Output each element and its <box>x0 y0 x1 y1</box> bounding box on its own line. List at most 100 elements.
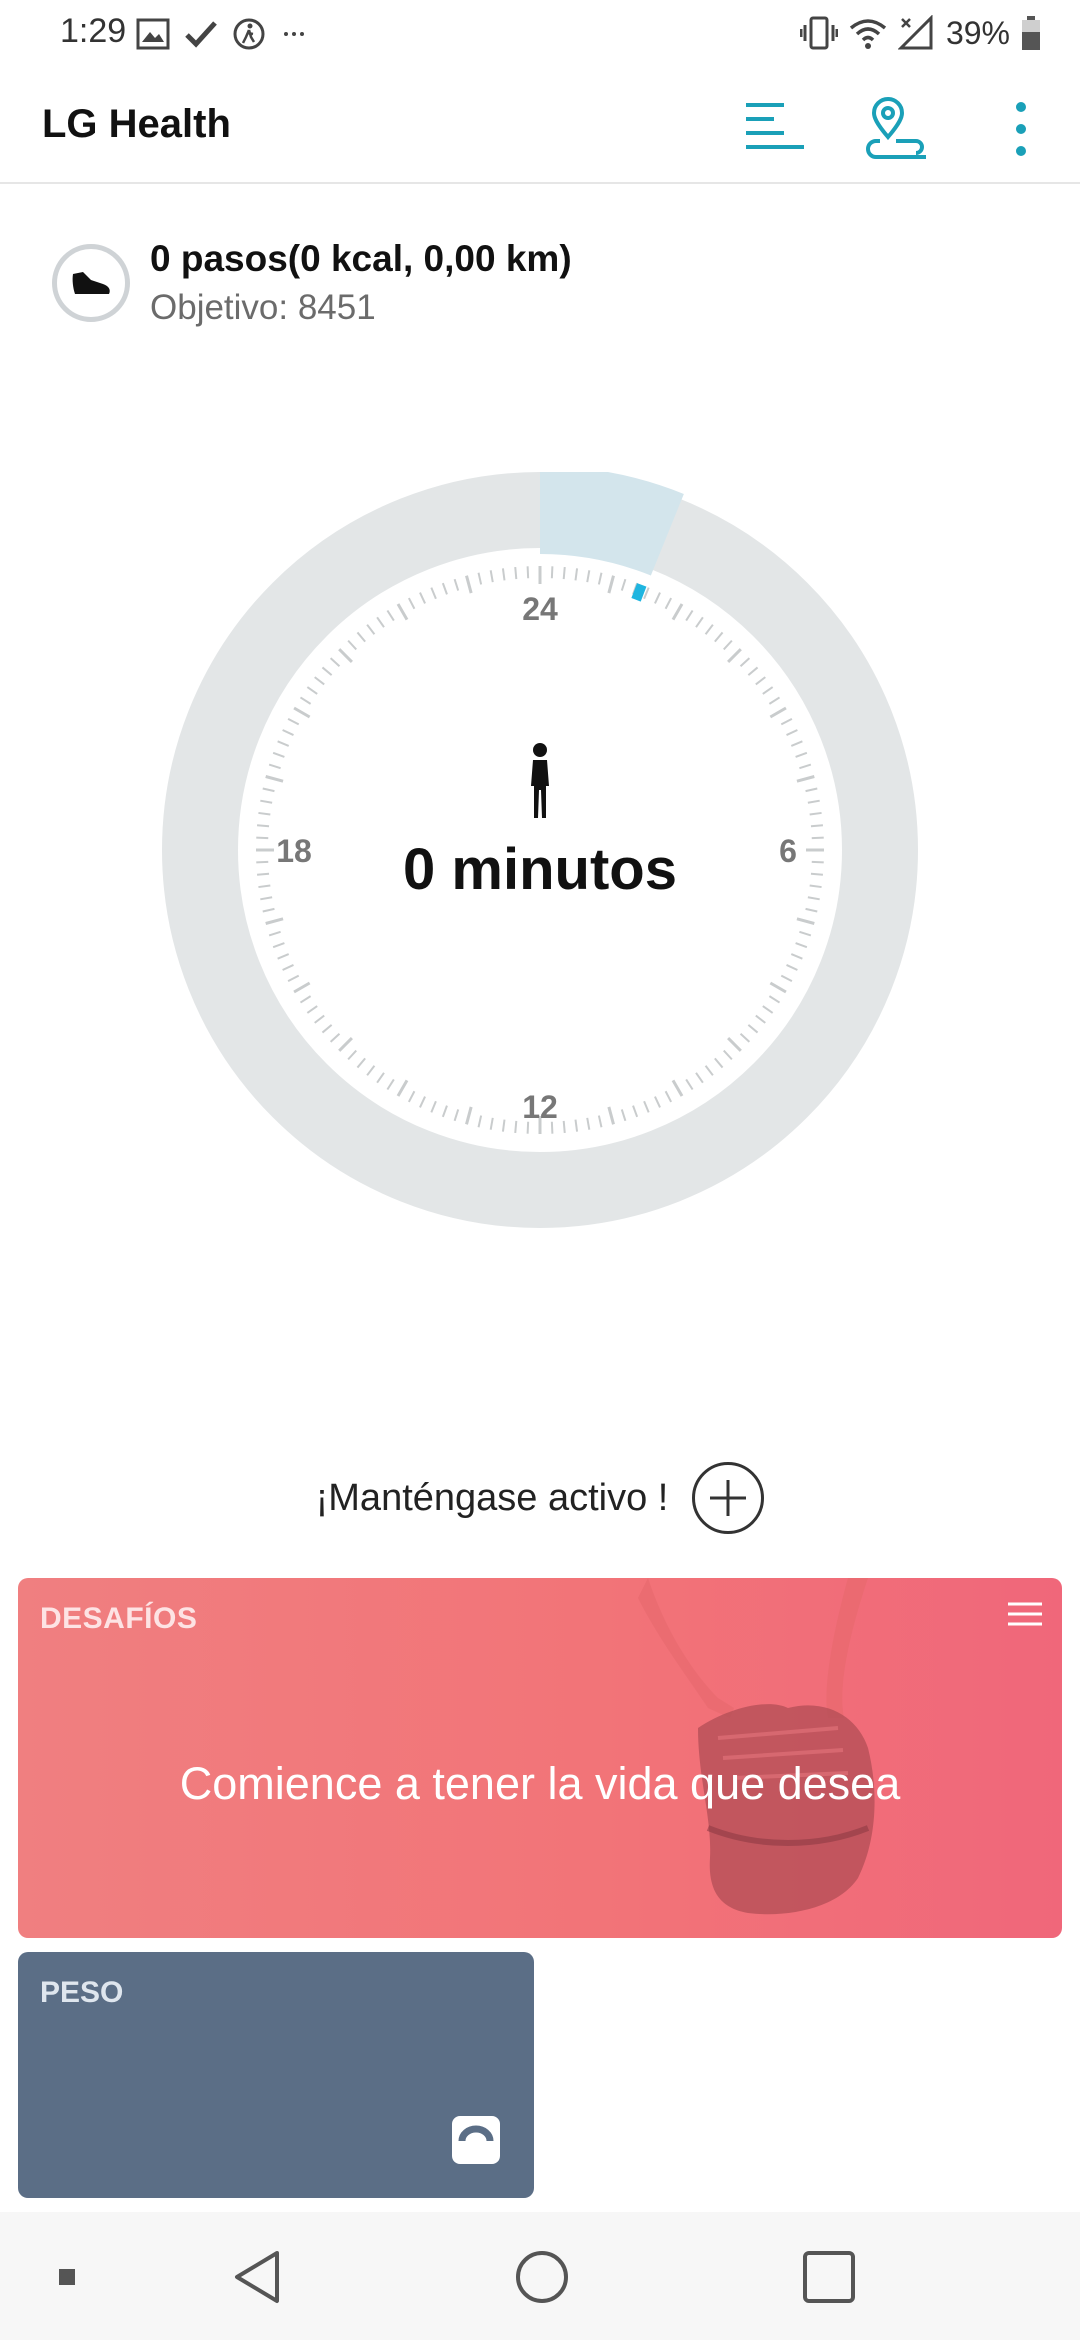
dial-tick <box>664 1090 673 1103</box>
dial-tick <box>786 729 798 736</box>
battery-icon <box>1022 16 1040 50</box>
dial-tick <box>574 568 579 581</box>
dial-tick <box>277 953 290 960</box>
scale-badge <box>452 2116 500 2164</box>
dial-tick <box>739 657 751 667</box>
dial-tick <box>321 666 333 676</box>
dial-tick <box>256 836 269 840</box>
wifi-icon <box>849 19 887 49</box>
dial-tick <box>338 648 353 663</box>
dial-tick <box>799 930 812 937</box>
dial-tick <box>786 964 798 971</box>
dial-tick <box>396 603 409 621</box>
dial-label-6: 6 <box>779 833 797 869</box>
dial-tick <box>695 1072 704 1084</box>
challenges-card[interactable]: DESAFÍOS Comience a tener la vida que de… <box>18 1578 1062 1938</box>
dial-tick <box>780 974 793 983</box>
dial-tick <box>654 592 661 604</box>
dial-tick <box>586 570 591 583</box>
dial-tick <box>366 624 376 635</box>
dial-tick <box>562 1120 566 1134</box>
dial-tick <box>796 917 815 925</box>
plus-icon <box>710 1480 747 1516</box>
dial-tick <box>807 799 820 804</box>
dial-tick <box>477 572 483 585</box>
dial-tick <box>347 1049 357 1061</box>
dial-tick <box>306 686 318 695</box>
nav-dot-button[interactable] <box>32 2242 102 2312</box>
dial-tick <box>685 609 694 622</box>
dial-tick <box>762 686 774 695</box>
dial-tick <box>396 1079 409 1097</box>
dial-tick <box>477 1115 483 1128</box>
dial-tick <box>441 1105 448 1118</box>
recents-button[interactable] <box>794 2242 864 2312</box>
location-button[interactable] <box>862 94 932 164</box>
image-icon <box>136 18 170 50</box>
more-dots-icon <box>284 32 304 36</box>
dial-tick <box>419 592 426 604</box>
back-button[interactable] <box>222 2242 292 2312</box>
dial-tick <box>739 1033 751 1043</box>
dial-tick <box>306 1005 318 1014</box>
dial-tick <box>768 696 781 705</box>
dial-tick <box>465 1106 473 1125</box>
overflow-menu-button[interactable] <box>986 94 1056 164</box>
dial-tick <box>314 676 325 686</box>
dial-tick <box>811 860 824 864</box>
vibrate-icon <box>799 16 838 50</box>
dial-tick <box>258 884 271 889</box>
home-button[interactable] <box>507 2242 577 2312</box>
walk-icon <box>233 18 265 50</box>
dial-tick <box>643 1100 650 1113</box>
dial-tick <box>769 706 787 719</box>
weight-title: PESO <box>40 1976 124 2009</box>
dial-tick <box>747 666 759 676</box>
dial-tick <box>768 995 781 1004</box>
app-title: LG Health <box>42 102 231 146</box>
dial-minutes-value: 0 minutos <box>403 837 677 902</box>
dial-tick <box>356 1057 366 1069</box>
navigation-bar <box>0 2212 1080 2340</box>
dial-tick <box>811 836 824 840</box>
dial-tick <box>356 631 366 643</box>
app-bar: LG Health <box>0 66 1080 184</box>
dial-tick <box>489 1117 494 1130</box>
dial-tick <box>258 811 271 816</box>
dial-tick <box>407 1090 416 1103</box>
home-icon <box>516 2251 568 2303</box>
dial-tick <box>714 631 724 643</box>
dial-tick <box>338 1037 353 1052</box>
dial-tick <box>299 995 312 1004</box>
dial-tick <box>277 740 290 747</box>
keep-active-text: ¡Manténgase activo ! <box>315 1476 669 1519</box>
recents-icon <box>803 2251 855 2303</box>
steps-goal-text: Objetivo: 8451 <box>150 288 376 327</box>
dial-tick <box>501 1119 506 1132</box>
menu-icon[interactable] <box>1002 1594 1048 1634</box>
dial-tick <box>386 1078 395 1091</box>
dial-tick <box>526 566 530 579</box>
dial-tick <box>293 706 311 719</box>
dial-tick <box>287 717 300 726</box>
dial-tick <box>632 1105 639 1118</box>
add-activity-button[interactable] <box>692 1462 765 1534</box>
dial-tick <box>268 930 281 937</box>
dial-tick <box>747 1024 759 1034</box>
weight-card[interactable]: PESO <box>18 1952 534 2198</box>
back-icon <box>235 2251 279 2303</box>
dial-tick <box>671 603 684 621</box>
dial-tick <box>550 566 554 579</box>
dial-tick <box>780 717 793 726</box>
dial-label-18: 18 <box>276 833 312 869</box>
dial-tick <box>799 763 812 770</box>
dial-tick <box>810 872 824 876</box>
steps-summary-text: 0 pasos(0 kcal, 0,00 km) <box>150 238 572 279</box>
dial-label-12: 12 <box>522 1089 558 1125</box>
list-view-button[interactable] <box>740 94 810 164</box>
dial-tick <box>807 896 820 901</box>
keep-active-row: ¡Manténgase activo ! <box>0 1458 1080 1538</box>
list-icon <box>746 103 804 149</box>
scale-icon <box>458 2125 494 2144</box>
dial-tick <box>790 740 803 747</box>
